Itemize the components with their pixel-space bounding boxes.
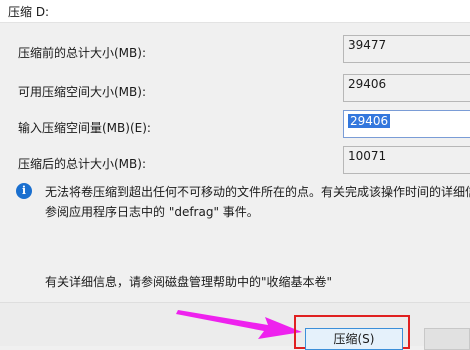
annotation-arrow	[176, 310, 302, 339]
shrink-button[interactable]: 压缩(S)	[305, 328, 403, 350]
cancel-button[interactable]	[424, 328, 470, 350]
